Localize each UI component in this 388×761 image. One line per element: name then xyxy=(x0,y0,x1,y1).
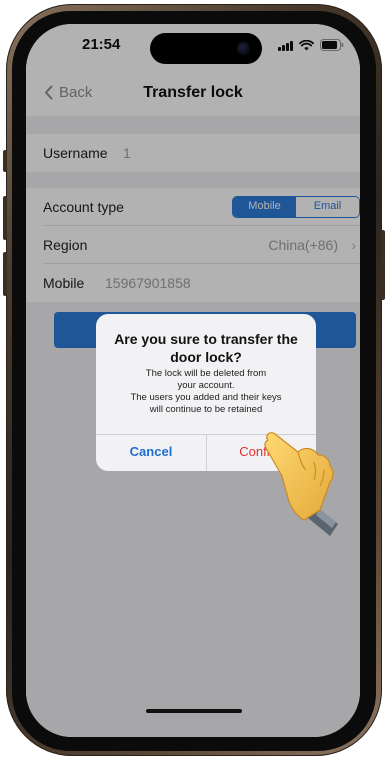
dialog-message: The lock will be deleted from your accou… xyxy=(106,368,306,416)
volume-down-button xyxy=(3,252,7,296)
volume-up-button xyxy=(3,196,7,240)
cancel-button[interactable]: Cancel xyxy=(96,435,206,471)
dialog-message-line: The lock will be deleted from xyxy=(145,368,267,379)
screenshot-stage: 21:54 Back Transfer lock Username 1 Acco… xyxy=(0,0,388,761)
phone-screen: 21:54 Back Transfer lock Username 1 Acco… xyxy=(26,24,360,737)
dialog-message-line: will continue to be retained xyxy=(149,404,263,415)
silent-switch xyxy=(3,150,7,172)
dialog-title: Are you sure to transfer the door lock? xyxy=(114,331,298,365)
home-indicator[interactable] xyxy=(146,709,242,713)
power-button xyxy=(381,230,385,300)
pointing-hand-icon xyxy=(264,432,338,536)
dialog-message-line: your account. xyxy=(177,380,235,391)
dialog-message-line: The users you added and their keys xyxy=(130,392,282,403)
